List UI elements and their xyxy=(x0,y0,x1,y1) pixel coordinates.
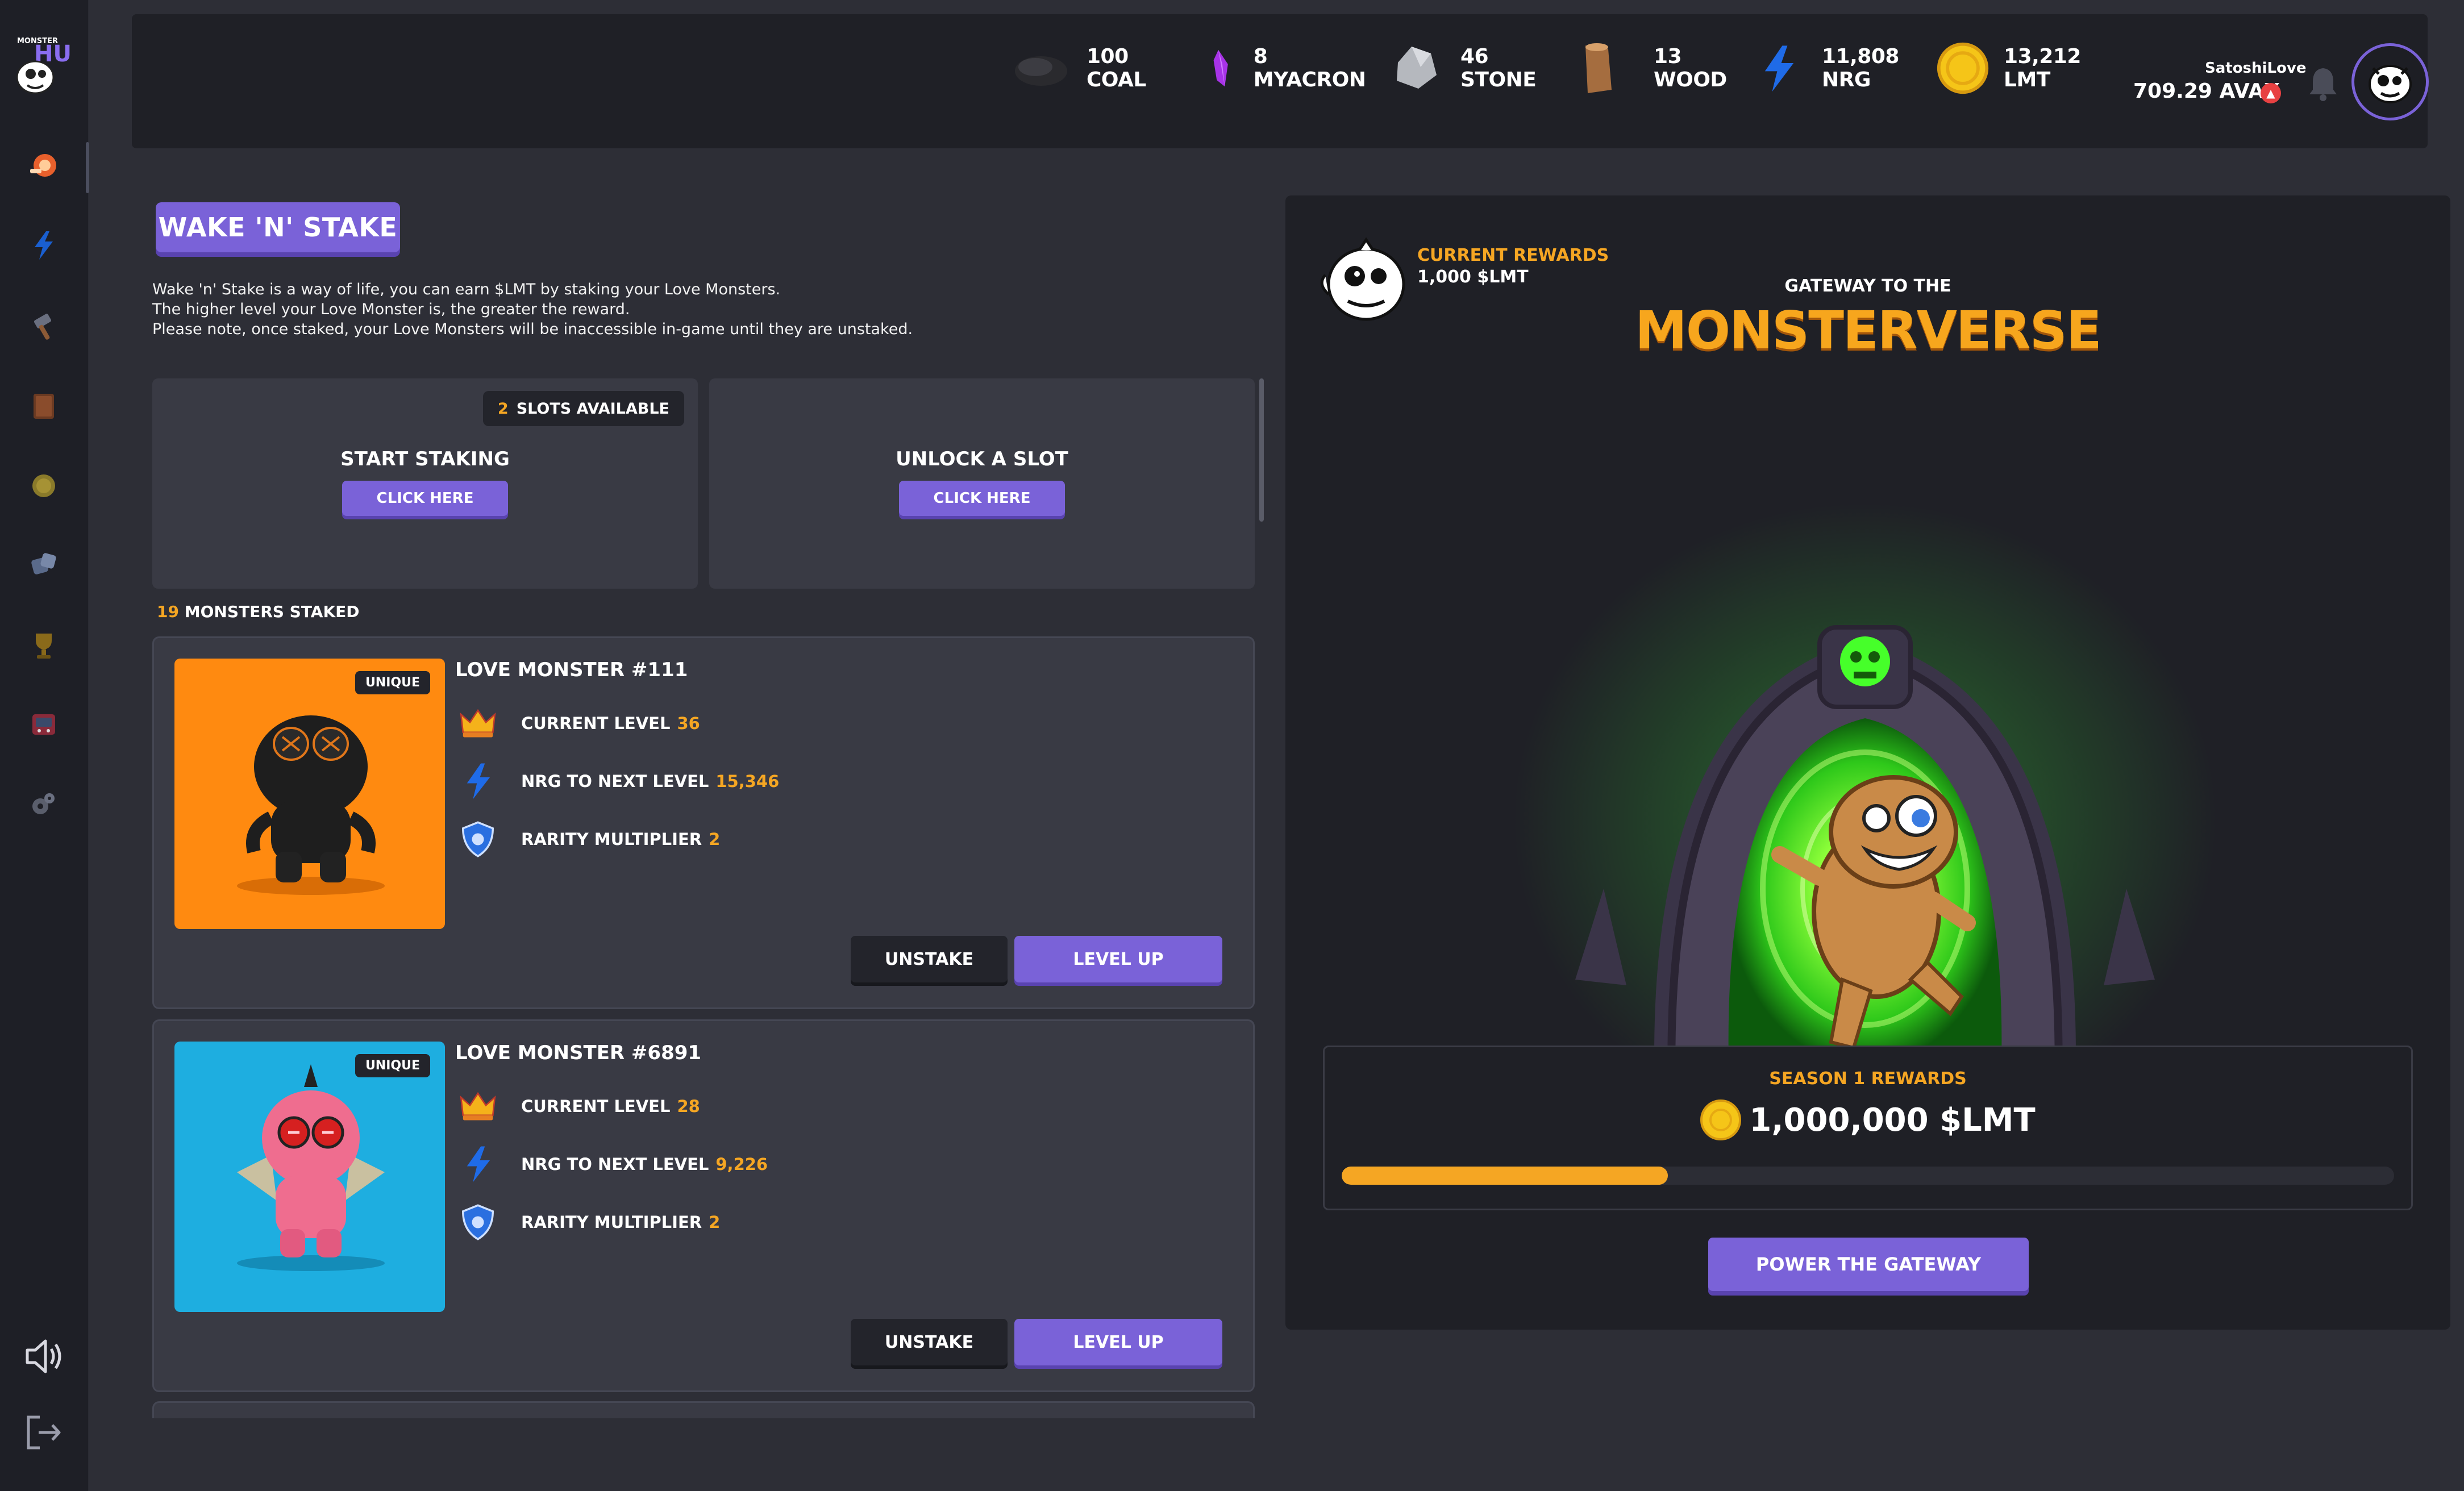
crystal-icon xyxy=(1197,40,1248,97)
start-staking-title: START STAKING xyxy=(340,448,510,470)
stone-icon xyxy=(1387,40,1443,97)
monster-hub-logo[interactable]: MONSTER HUB xyxy=(14,34,89,97)
slots-available-badge: 2 SLOTS AVAILABLE xyxy=(482,391,684,426)
gateway-subtitle: GATEWAY TO THE xyxy=(1784,276,1951,296)
gear-icon[interactable] xyxy=(25,785,63,823)
user-avatar[interactable] xyxy=(2351,43,2429,120)
unlock-slot-title: UNLOCK A SLOT xyxy=(896,448,1068,470)
stake-description: Wake 'n' Stake is a way of life, you can… xyxy=(152,281,913,338)
monster-name: LOVE MONSTER #111 xyxy=(455,659,688,681)
lmt-coin-icon xyxy=(1936,40,1990,97)
dice-icon[interactable] xyxy=(25,547,63,584)
unstake-button[interactable]: UNSTAKE xyxy=(851,1319,1008,1365)
avax-icon: ▲ xyxy=(2261,83,2281,103)
gateway-title: MONSTERVERSE xyxy=(1635,300,2101,361)
season-rewards-box: SEASON 1 REWARDS 1,000,000 $LMT xyxy=(1323,1046,2413,1210)
resource-lmt: 13,212 LMT xyxy=(1936,40,2112,97)
current-level-stat: CURRENT LEVEL 36 xyxy=(455,701,700,746)
arcade-icon[interactable] xyxy=(25,706,63,743)
season-progress-bar xyxy=(1342,1167,2394,1185)
current-rewards-label: CURRENT REWARDS xyxy=(1417,245,1609,265)
monster-card: UNIQUE LOVE MONSTER #111 CURRENT LEVEL 3… xyxy=(152,636,1255,1009)
coal-icon xyxy=(1013,40,1069,97)
resource-myacron: 8 MYACRON xyxy=(1197,40,1373,97)
season-rewards-label: SEASON 1 REWARDS xyxy=(1769,1069,1967,1089)
page-title: WAKE 'N' STAKE xyxy=(156,202,400,252)
energy-icon[interactable] xyxy=(25,226,63,264)
level-up-button[interactable]: LEVEL UP xyxy=(1014,936,1222,982)
start-staking-panel: 2 SLOTS AVAILABLE START STAKING CLICK HE… xyxy=(152,378,698,589)
rarity-multiplier-stat: RARITY MULTIPLIER 2 xyxy=(455,817,720,862)
coin-icon[interactable] xyxy=(25,467,63,505)
unstake-button[interactable]: UNSTAKE xyxy=(851,936,1008,982)
hammer-icon[interactable] xyxy=(25,307,63,344)
monster-card xyxy=(152,1401,1255,1418)
resource-coal: 100 COAL xyxy=(1013,40,1183,97)
resource-wood: 13 WOOD xyxy=(1568,40,1739,97)
monsters-staked-label: 19 MONSTERS STAKED xyxy=(157,602,360,621)
sidebar: MONSTER HUB xyxy=(0,0,89,1491)
staking-icon[interactable] xyxy=(25,147,63,184)
trophy-icon[interactable] xyxy=(25,626,63,664)
crown-icon xyxy=(455,701,501,746)
level-up-button[interactable]: LEVEL UP xyxy=(1014,1319,1222,1365)
energy-icon xyxy=(455,759,501,804)
monster-image: UNIQUE xyxy=(174,1042,445,1312)
season-progress-fill xyxy=(1342,1167,1668,1185)
resource-stone: 46 STONE xyxy=(1387,40,1557,97)
monster-name: LOVE MONSTER #6891 xyxy=(455,1042,702,1064)
avax-balance: 709.29 AVAX xyxy=(2133,80,2280,103)
current-level-stat: CURRENT LEVEL 28 xyxy=(455,1084,700,1129)
wood-icon xyxy=(1568,40,1625,97)
shield-icon xyxy=(455,1200,501,1245)
shield-icon xyxy=(455,817,501,862)
unlock-slot-button[interactable]: CLICK HERE xyxy=(899,481,1065,516)
monster-card: UNIQUE LOVE MONSTER #6891 CURRENT LEVEL … xyxy=(152,1019,1255,1392)
nrg-next-level-stat: NRG TO NEXT LEVEL 9,226 xyxy=(455,1142,768,1187)
active-indicator xyxy=(86,142,89,193)
lmt-coin-icon xyxy=(1700,1099,1742,1140)
sound-icon[interactable] xyxy=(23,1336,66,1376)
energy-icon xyxy=(1754,40,1805,97)
crown-icon xyxy=(455,1084,501,1129)
unlock-slot-panel: UNLOCK A SLOT CLICK HERE xyxy=(709,378,1255,589)
username: SatoshiLove xyxy=(2205,60,2307,77)
logout-icon[interactable] xyxy=(24,1413,64,1452)
season-rewards-value: 1,000,000 $LMT xyxy=(1325,1099,2411,1140)
nrg-next-level-stat: NRG TO NEXT LEVEL 15,346 xyxy=(455,759,779,804)
book-icon[interactable] xyxy=(25,388,63,425)
start-staking-button[interactable]: CLICK HERE xyxy=(342,481,508,516)
rarity-badge: UNIQUE xyxy=(355,1054,430,1077)
rarity-multiplier-stat: RARITY MULTIPLIER 2 xyxy=(455,1200,720,1245)
bell-icon[interactable] xyxy=(2306,65,2340,102)
rarity-badge: UNIQUE xyxy=(355,671,430,694)
energy-icon xyxy=(455,1142,501,1187)
scrollbar[interactable] xyxy=(1259,378,1264,522)
resource-nrg: 11,808 NRG xyxy=(1754,40,1936,97)
power-gateway-button[interactable]: POWER THE GATEWAY xyxy=(1708,1238,2029,1291)
monster-image: UNIQUE xyxy=(174,659,445,929)
